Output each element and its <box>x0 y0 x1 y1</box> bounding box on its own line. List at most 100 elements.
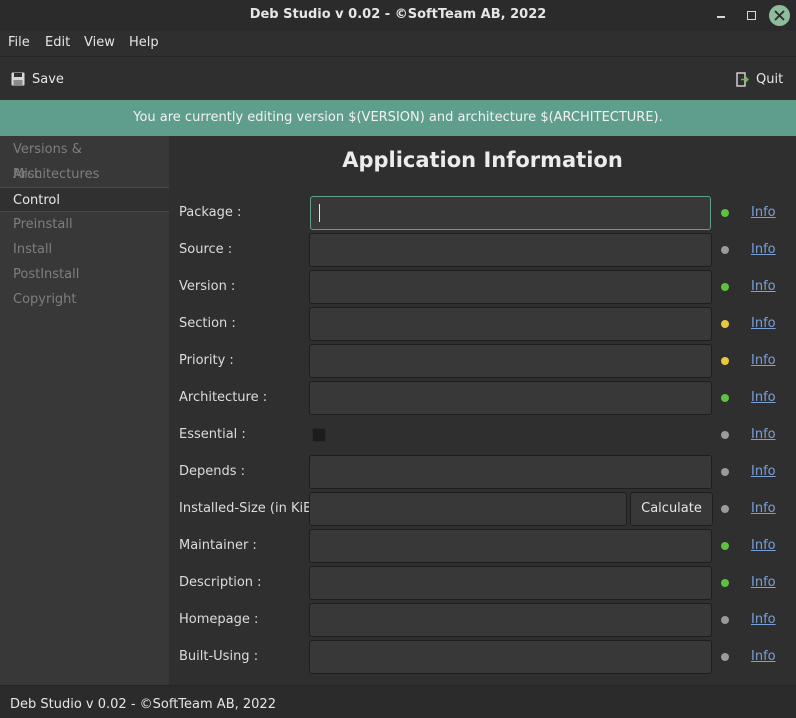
architecture-input[interactable] <box>309 381 712 415</box>
info-link-depends[interactable]: Info <box>751 464 776 479</box>
page-title: Application Information <box>342 148 623 172</box>
menu-view[interactable]: View <box>84 35 115 50</box>
field-row-built-using: Built-Using : Info <box>169 640 796 674</box>
maintainer-input[interactable] <box>309 529 712 563</box>
essential-label: Essential : <box>179 427 246 442</box>
status-dot <box>721 394 729 402</box>
info-link-essential[interactable]: Info <box>751 427 776 442</box>
menu-bar: File Edit View Help <box>0 31 796 56</box>
text-caret <box>319 204 320 222</box>
status-dot <box>721 616 729 624</box>
sidebar: Versions & Architectures Misc Control Pr… <box>0 136 169 685</box>
source-input[interactable] <box>309 233 712 267</box>
field-row-description: Description : Info <box>169 566 796 600</box>
status-dot <box>721 653 729 661</box>
maximize-button[interactable] <box>741 6 761 26</box>
save-label: Save <box>32 71 64 87</box>
quit-icon <box>736 71 749 87</box>
info-link-package[interactable]: Info <box>751 205 776 220</box>
field-row-architecture: Architecture : Info <box>169 381 796 415</box>
status-dot <box>721 283 729 291</box>
minimize-button[interactable] <box>711 6 731 26</box>
version-input[interactable] <box>309 270 712 304</box>
installed-size-label: Installed-Size (in KiB): <box>179 501 322 516</box>
status-dot <box>721 505 729 513</box>
info-link-maintainer[interactable]: Info <box>751 538 776 553</box>
info-link-section[interactable]: Info <box>751 316 776 331</box>
homepage-input[interactable] <box>309 603 712 637</box>
status-dot <box>721 468 729 476</box>
status-dot <box>721 357 729 365</box>
sidebar-item-versions-architectures[interactable]: Versions & Architectures <box>0 137 169 182</box>
description-label: Description : <box>179 575 262 590</box>
info-link-architecture[interactable]: Info <box>751 390 776 405</box>
menu-edit[interactable]: Edit <box>45 35 70 50</box>
source-label: Source : <box>179 242 233 257</box>
save-icon <box>11 72 25 86</box>
sidebar-item-install[interactable]: Install <box>0 237 169 262</box>
description-input[interactable] <box>309 566 712 600</box>
toolbar: Save Quit <box>0 56 796 100</box>
info-link-installed-size[interactable]: Info <box>751 501 776 516</box>
main-panel: Application Information Package : Info S… <box>169 136 796 685</box>
menu-help[interactable]: Help <box>129 35 159 50</box>
field-row-depends: Depends : Info <box>169 455 796 489</box>
info-link-built-using[interactable]: Info <box>751 649 776 664</box>
save-button[interactable]: Save <box>11 70 64 88</box>
architecture-label: Architecture : <box>179 390 268 405</box>
close-icon <box>774 10 785 21</box>
title-bar: Deb Studio v 0.02 - ©SoftTeam AB, 2022 <box>0 0 796 31</box>
info-link-priority[interactable]: Info <box>751 353 776 368</box>
sidebar-item-control[interactable]: Control <box>0 187 169 212</box>
priority-input[interactable] <box>309 344 712 378</box>
essential-checkbox[interactable] <box>312 428 326 442</box>
quit-label: Quit <box>756 71 784 87</box>
sidebar-item-preinstall[interactable]: Preinstall <box>0 212 169 237</box>
status-dot <box>721 320 729 328</box>
info-link-version[interactable]: Info <box>751 279 776 294</box>
status-dot <box>721 542 729 550</box>
field-row-section: Section : Info <box>169 307 796 341</box>
info-link-description[interactable]: Info <box>751 575 776 590</box>
depends-label: Depends : <box>179 464 246 479</box>
field-row-maintainer: Maintainer : Info <box>169 529 796 563</box>
quit-button[interactable]: Quit <box>736 70 783 88</box>
sidebar-item-misc[interactable]: Misc <box>0 162 169 187</box>
maintainer-label: Maintainer : <box>179 538 257 553</box>
minimize-icon <box>717 16 725 18</box>
field-row-package: Package : Info <box>169 196 796 230</box>
built-using-input[interactable] <box>309 640 712 674</box>
package-input[interactable] <box>310 196 711 230</box>
sidebar-item-copyright[interactable]: Copyright <box>0 287 169 312</box>
calculate-button[interactable]: Calculate <box>630 492 713 526</box>
field-row-priority: Priority : Info <box>169 344 796 378</box>
depends-input[interactable] <box>309 455 712 489</box>
info-link-source[interactable]: Info <box>751 242 776 257</box>
close-button[interactable] <box>769 5 790 26</box>
priority-label: Priority : <box>179 353 234 368</box>
version-label: Version : <box>179 279 236 294</box>
section-label: Section : <box>179 316 236 331</box>
status-text: Deb Studio v 0.02 - ©SoftTeam AB, 2022 <box>10 697 276 712</box>
section-input[interactable] <box>309 307 712 341</box>
window-title: Deb Studio v 0.02 - ©SoftTeam AB, 2022 <box>249 7 547 22</box>
maximize-icon <box>746 11 756 20</box>
status-bar: Deb Studio v 0.02 - ©SoftTeam AB, 2022 <box>0 685 796 718</box>
menu-file[interactable]: File <box>8 35 30 50</box>
version-banner: You are currently editing version $(VERS… <box>0 100 796 136</box>
field-row-source: Source : Info <box>169 233 796 267</box>
field-row-essential: Essential : Info <box>169 418 796 452</box>
field-row-version: Version : Info <box>169 270 796 304</box>
info-link-homepage[interactable]: Info <box>751 612 776 627</box>
field-row-homepage: Homepage : Info <box>169 603 796 637</box>
installed-size-input[interactable] <box>309 492 627 526</box>
homepage-label: Homepage : <box>179 612 259 627</box>
status-dot <box>721 431 729 439</box>
status-dot <box>721 209 729 217</box>
status-dot <box>721 579 729 587</box>
package-label: Package : <box>179 205 242 220</box>
built-using-label: Built-Using : <box>179 649 259 664</box>
field-row-installed-size: Installed-Size (in KiB): Calculate Info <box>169 492 796 526</box>
status-dot <box>721 246 729 254</box>
sidebar-item-postinstall[interactable]: PostInstall <box>0 262 169 287</box>
